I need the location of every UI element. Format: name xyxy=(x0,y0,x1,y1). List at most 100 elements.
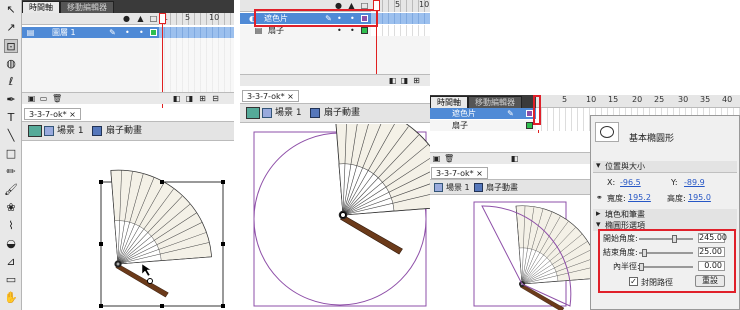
new-folder-icon[interactable]: ▭ xyxy=(39,94,48,103)
onion-markers-icon[interactable]: ⊟ xyxy=(211,94,220,103)
symbol-name[interactable]: 扇子動畫 xyxy=(106,122,142,141)
end-angle-label: 結束角度: xyxy=(603,248,638,257)
onion-skin-icon[interactable]: ◧ xyxy=(510,154,519,163)
ruler-label: 10 xyxy=(419,0,430,9)
start-angle-slider[interactable] xyxy=(639,235,693,243)
line-tool-icon[interactable]: ╲ xyxy=(4,129,18,143)
lock-dot[interactable]: • xyxy=(139,27,144,38)
outline-color-swatch[interactable] xyxy=(526,110,533,117)
section-position-size[interactable]: ▾ 位置與大小 xyxy=(593,161,737,173)
lock-icon[interactable]: ▲ xyxy=(136,14,145,23)
panel-2: ● ▲ □ 1 5 10 ◐ 遮色片 ✎ • • ▤ 扇子 • • ◧ ◨ ⊞ … xyxy=(240,0,430,310)
outline-color-swatch[interactable] xyxy=(361,27,368,34)
inner-radius-input[interactable]: 0.00 xyxy=(698,261,725,271)
scene-name[interactable]: 場景 1 xyxy=(57,122,84,141)
fan-artwork[interactable] xyxy=(22,142,234,310)
panel3-ruler: 5 10 15 20 25 30 35 40 xyxy=(536,95,740,108)
selection-tool-icon[interactable]: ↖ xyxy=(4,3,18,17)
onion-skin-icon[interactable]: ◧ xyxy=(172,94,181,103)
back-arrow-icon[interactable] xyxy=(246,107,260,119)
brush-tool-icon[interactable]: 🖌 xyxy=(4,183,18,197)
link-icon[interactable]: ⚭ xyxy=(596,193,603,202)
back-arrow-icon[interactable] xyxy=(28,125,42,137)
onion-skin-icon[interactable]: ◧ xyxy=(388,76,397,85)
x-value[interactable]: -96.5 xyxy=(620,178,641,187)
paint-bucket-tool-icon[interactable]: ◒ xyxy=(4,237,18,251)
y-value[interactable]: -89.9 xyxy=(684,178,705,187)
layer-row[interactable]: ▤ 圖層 1 ✎ • • xyxy=(22,27,234,38)
mask-and-fan-artwork[interactable] xyxy=(240,103,430,310)
slider-knob[interactable] xyxy=(642,249,647,257)
text-tool-icon[interactable]: T xyxy=(4,111,18,125)
close-icon[interactable]: × xyxy=(287,92,294,101)
onion-outline-icon[interactable]: ◨ xyxy=(400,76,409,85)
tab-motion-editor[interactable]: 移動編輯器 xyxy=(468,96,522,108)
subselection-tool-icon[interactable]: ↗ xyxy=(4,21,18,35)
closed-path-label: 封閉路徑 xyxy=(641,278,673,287)
new-layer-icon[interactable]: ▣ xyxy=(432,154,441,163)
document-tab[interactable]: 3-3-7-ok* × xyxy=(24,108,81,120)
slider-knob[interactable] xyxy=(639,263,644,271)
onion-outline-icon[interactable]: ◨ xyxy=(185,94,194,103)
trash-icon[interactable]: 🗑 xyxy=(52,94,62,103)
symbol-name[interactable]: 扇子動畫 xyxy=(324,104,360,123)
trash-icon[interactable]: 🗑 xyxy=(444,154,454,163)
layer-name: 遮色片 xyxy=(452,109,476,118)
slider-knob[interactable] xyxy=(672,235,677,243)
end-angle-input[interactable]: 25.00 xyxy=(698,247,725,257)
frame-cells[interactable] xyxy=(371,13,430,24)
layer-area-empty xyxy=(22,38,234,92)
scene-name[interactable]: 場景 1 xyxy=(275,104,302,123)
width-label: 寬度: xyxy=(607,194,626,203)
reset-button[interactable]: 重設 xyxy=(695,275,725,287)
playhead-handle[interactable] xyxy=(373,0,380,11)
tab-timeline[interactable]: 時間軸 xyxy=(430,96,468,108)
bone-tool-icon[interactable]: ⌇ xyxy=(4,219,18,233)
stage[interactable] xyxy=(240,103,430,310)
lasso-tool-icon[interactable]: ℓ xyxy=(4,75,18,89)
stage[interactable] xyxy=(22,142,234,310)
outline-color-swatch[interactable] xyxy=(526,122,533,129)
scene-name[interactable]: 場景 1 xyxy=(446,180,470,195)
stage[interactable] xyxy=(430,196,590,310)
outline-color-swatch[interactable] xyxy=(150,29,157,36)
rectangle-tool-icon[interactable]: □ xyxy=(4,147,18,161)
start-angle-input[interactable]: 245.00 xyxy=(698,233,727,243)
3d-rotation-tool-icon[interactable]: ◍ xyxy=(4,57,18,71)
section-fill-stroke[interactable]: ▸ 填色和筆畫 xyxy=(593,209,737,220)
playhead[interactable] xyxy=(376,0,377,78)
hand-tool-icon[interactable]: ✋ xyxy=(4,291,18,305)
pen-tool-icon[interactable]: ✒ xyxy=(4,93,18,107)
width-value[interactable]: 195.2 xyxy=(628,193,651,202)
symbol-name[interactable]: 扇子動畫 xyxy=(486,180,518,195)
end-angle-slider[interactable] xyxy=(639,249,693,257)
eye-icon[interactable]: ● xyxy=(122,14,131,23)
outline-icon[interactable]: □ xyxy=(149,14,158,23)
new-layer-icon[interactable]: ▣ xyxy=(27,94,36,103)
ruler-label: 25 xyxy=(654,95,665,104)
document-tab[interactable]: 3-3-7-ok* × xyxy=(431,167,488,179)
eyedropper-tool-icon[interactable]: ⊿ xyxy=(4,255,18,269)
chevron-down-icon: ▾ xyxy=(596,161,601,171)
edit-multiple-icon[interactable]: ⊞ xyxy=(412,76,421,85)
free-transform-tool-icon[interactable]: ⊡ xyxy=(4,39,18,53)
eraser-tool-icon[interactable]: ▭ xyxy=(4,273,18,287)
edit-multiple-icon[interactable]: ⊞ xyxy=(198,94,207,103)
close-icon[interactable]: × xyxy=(69,110,76,119)
playhead-highlight xyxy=(533,95,541,125)
visibility-dot[interactable]: • xyxy=(125,27,130,38)
pencil-tool-icon[interactable]: ✏ xyxy=(4,165,18,179)
tab-timeline[interactable]: 時間軸 xyxy=(22,1,60,13)
playhead-handle[interactable] xyxy=(159,13,166,24)
tab-motion-editor[interactable]: 移動編輯器 xyxy=(60,1,114,13)
closed-path-checkbox[interactable]: ✓ xyxy=(629,277,638,286)
masked-fan-artwork[interactable] xyxy=(430,196,590,310)
frame-cells[interactable] xyxy=(371,25,430,36)
inner-radius-slider[interactable] xyxy=(639,263,693,271)
height-value[interactable]: 195.0 xyxy=(688,193,711,202)
edit-bar: 場景 1 扇子動畫 xyxy=(22,121,234,141)
document-tab[interactable]: 3-3-7-ok* × xyxy=(242,90,299,102)
close-icon[interactable]: × xyxy=(476,169,483,178)
frame-cells[interactable] xyxy=(159,27,234,38)
deco-tool-icon[interactable]: ❀ xyxy=(4,201,18,215)
